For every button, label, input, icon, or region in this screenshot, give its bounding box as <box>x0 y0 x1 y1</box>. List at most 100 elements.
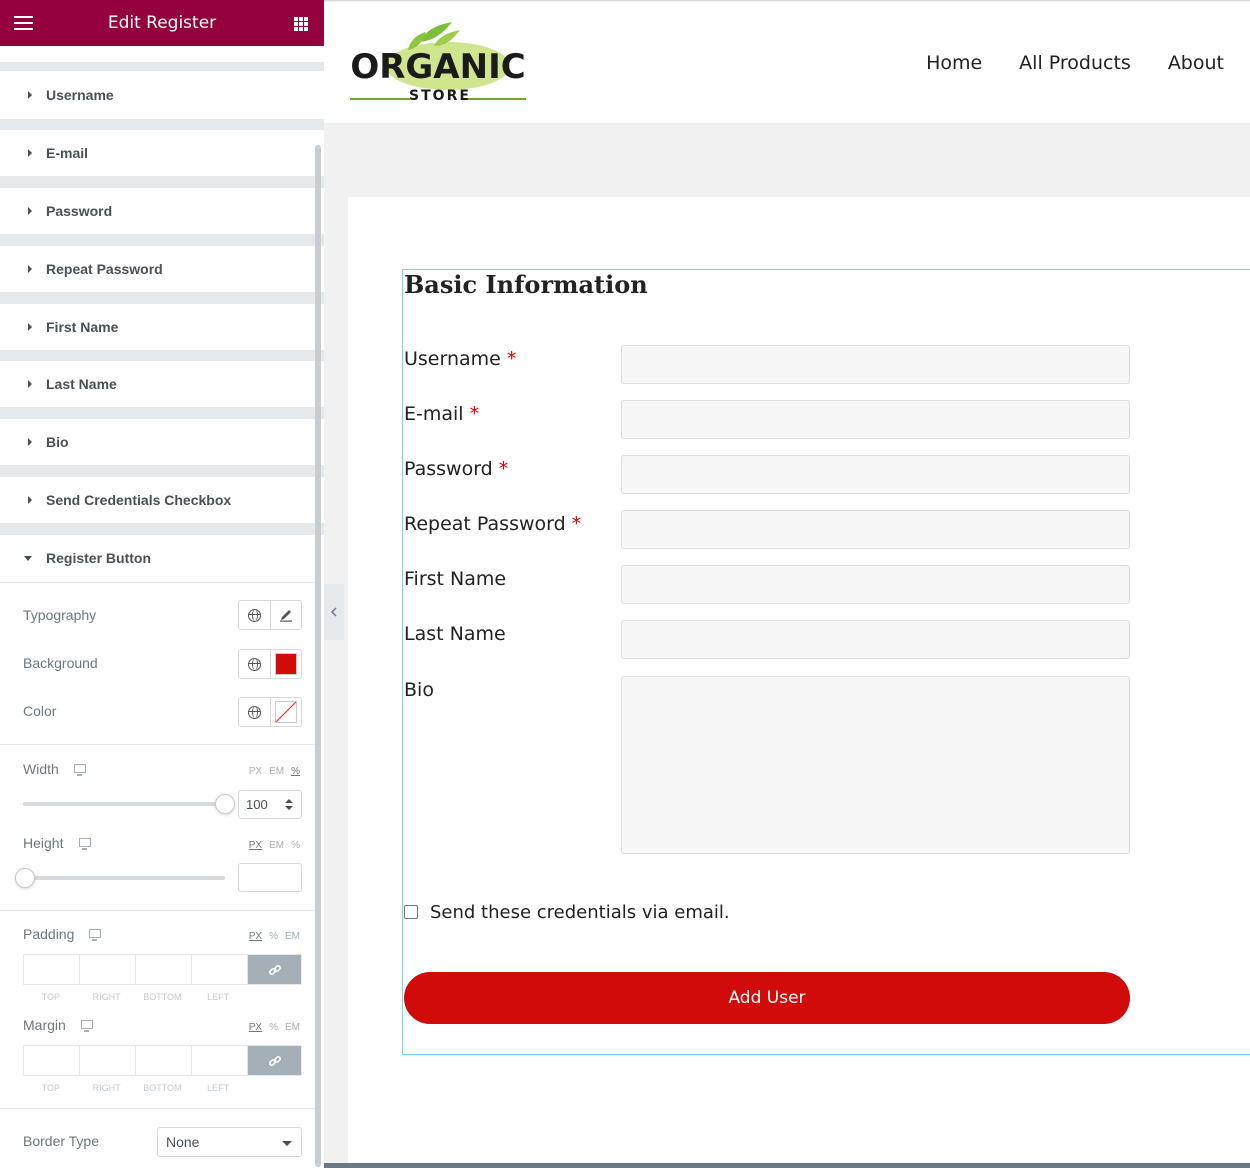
global-color-button[interactable] <box>239 698 271 726</box>
dim-label-top: TOP <box>41 992 61 1002</box>
margin-top-input[interactable] <box>24 1046 80 1075</box>
unit-px[interactable]: PX <box>249 1022 262 1033</box>
dim-label-left: LEFT <box>207 992 230 1002</box>
unit-em[interactable]: EM <box>285 1022 300 1033</box>
nav-all-products[interactable]: All Products <box>1019 52 1131 74</box>
section-divider <box>0 62 324 71</box>
repeat-password-label: Repeat Password * <box>404 513 582 535</box>
hamburger-menu-icon[interactable] <box>14 16 33 30</box>
collapse-panel-button[interactable] <box>324 584 344 640</box>
panel-scrollbar[interactable] <box>315 145 321 1167</box>
section-divider <box>0 234 324 246</box>
section-register-button[interactable]: Register Button <box>0 535 324 581</box>
repeat-password-input[interactable] <box>621 510 1130 549</box>
section-divider <box>0 523 324 535</box>
unit-px[interactable]: PX <box>249 840 262 851</box>
section-username[interactable]: Username <box>0 72 324 118</box>
section-send-credentials[interactable]: Send Credentials Checkbox <box>0 477 324 523</box>
desktop-icon[interactable] <box>89 929 101 941</box>
dim-label-top: TOP <box>41 1083 61 1093</box>
spinner-icon[interactable] <box>285 799 293 811</box>
dim-label-bottom: BOTTOM <box>143 992 182 1002</box>
send-credentials-checkbox[interactable] <box>404 905 418 919</box>
section-first-name[interactable]: First Name <box>0 304 324 350</box>
username-input[interactable] <box>621 345 1130 384</box>
globe-icon <box>247 608 261 622</box>
caret-right-icon <box>28 207 32 215</box>
unit-percent[interactable]: % <box>269 931 278 942</box>
section-divider <box>0 465 324 477</box>
section-bio[interactable]: Bio <box>0 419 324 465</box>
nav-about[interactable]: About <box>1168 52 1224 74</box>
link-values-button[interactable] <box>248 1046 301 1075</box>
section-label: Username <box>46 87 114 103</box>
width-slider-handle[interactable] <box>215 794 235 814</box>
unit-percent[interactable]: % <box>269 1022 278 1033</box>
width-units: PX EM % <box>249 766 300 777</box>
width-slider[interactable] <box>23 802 225 806</box>
text-color-picker[interactable] <box>271 698 302 726</box>
padding-dim-labels: TOP RIGHT BOTTOM LEFT <box>23 992 246 1002</box>
background-color-picker[interactable] <box>271 650 302 678</box>
margin-right-input[interactable] <box>80 1046 136 1075</box>
desktop-icon[interactable] <box>79 838 91 850</box>
password-input[interactable] <box>621 455 1130 494</box>
first-name-input[interactable] <box>621 565 1130 604</box>
caret-right-icon <box>28 496 32 504</box>
desktop-icon[interactable] <box>74 764 86 776</box>
add-user-button[interactable]: Add User <box>404 972 1130 1024</box>
padding-bottom-input[interactable] <box>136 955 192 984</box>
svg-text:STORE: STORE <box>409 88 471 104</box>
padding-top-input[interactable] <box>24 955 80 984</box>
margin-bottom-input[interactable] <box>136 1046 192 1075</box>
height-input[interactable] <box>238 863 302 892</box>
unit-percent[interactable]: % <box>291 840 300 851</box>
global-background-button[interactable] <box>239 650 271 678</box>
section-label: First Name <box>46 319 119 335</box>
border-type-value: None <box>166 1134 200 1150</box>
padding-inputs <box>23 954 302 985</box>
section-label: Bio <box>46 434 69 450</box>
editor-panel: Edit Register Username E-mail Password R… <box>0 0 324 1167</box>
organic-store-logo[interactable]: ORGANIC STORE <box>348 20 528 106</box>
color-swatch <box>274 653 297 675</box>
margin-inputs <box>23 1045 302 1076</box>
section-last-name[interactable]: Last Name <box>0 361 324 407</box>
section-label: Send Credentials Checkbox <box>46 492 232 508</box>
width-input[interactable]: 100 <box>238 790 302 819</box>
unit-em[interactable]: EM <box>285 931 300 942</box>
unit-em[interactable]: EM <box>269 840 284 851</box>
unit-px[interactable]: PX <box>249 931 262 942</box>
desktop-icon[interactable] <box>81 1020 93 1032</box>
bio-textarea[interactable] <box>621 676 1130 854</box>
nav-home[interactable]: Home <box>926 52 982 74</box>
padding-right-input[interactable] <box>80 955 136 984</box>
divider <box>0 910 316 911</box>
svg-text:ORGANIC: ORGANIC <box>350 47 525 87</box>
section-repeat-password[interactable]: Repeat Password <box>0 246 324 292</box>
last-name-input[interactable] <box>621 620 1130 659</box>
username-label: Username * <box>404 348 517 370</box>
height-slider[interactable] <box>23 876 225 880</box>
global-typography-button[interactable] <box>239 601 271 629</box>
margin-dim-labels: TOP RIGHT BOTTOM LEFT <box>23 1083 246 1093</box>
padding-left-input[interactable] <box>192 955 248 984</box>
unit-em[interactable]: EM <box>269 766 284 777</box>
section-email[interactable]: E-mail <box>0 130 324 176</box>
edit-typography-button[interactable] <box>271 601 302 629</box>
height-slider-handle[interactable] <box>15 868 35 888</box>
register-form-widget[interactable] <box>402 269 1250 1055</box>
padding-label: Padding <box>23 926 75 942</box>
background-label: Background <box>23 655 98 671</box>
section-label: Last Name <box>46 376 117 392</box>
border-type-select[interactable]: None <box>157 1127 302 1157</box>
caret-right-icon <box>28 438 32 446</box>
section-password[interactable]: Password <box>0 188 324 234</box>
first-name-label: First Name <box>404 568 507 590</box>
link-values-button[interactable] <box>248 955 301 984</box>
widgets-grid-icon[interactable] <box>294 17 308 31</box>
email-input[interactable] <box>621 400 1130 439</box>
margin-left-input[interactable] <box>192 1046 248 1075</box>
unit-percent[interactable]: % <box>291 766 300 777</box>
unit-px[interactable]: PX <box>249 766 262 777</box>
